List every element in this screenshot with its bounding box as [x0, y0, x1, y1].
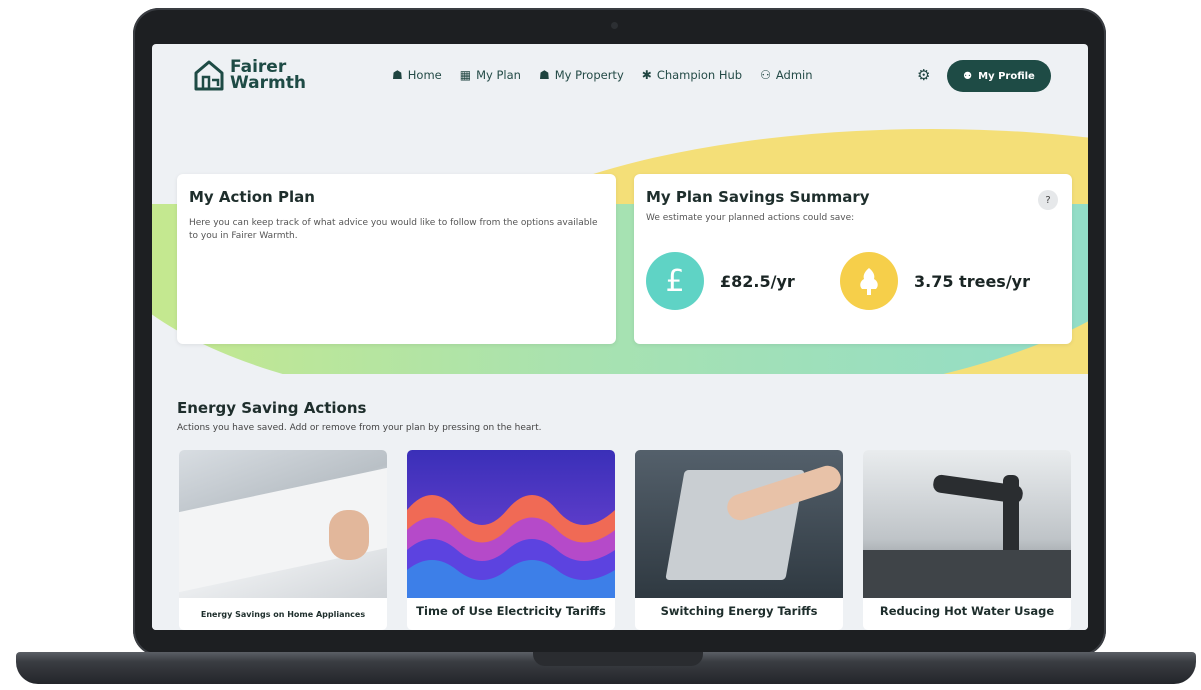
admin-icon: ⚇: [760, 68, 771, 82]
hand-shape: [329, 510, 369, 560]
my-profile-label: My Profile: [978, 70, 1035, 82]
home-icon: ☗: [392, 68, 403, 82]
logo-line2: Warmth: [230, 73, 306, 93]
sink-shape: [863, 550, 1071, 598]
app-screen: Fairer Warmth ☗ Home ▦ My Plan ☗ My Prop…: [152, 44, 1088, 630]
appliances-image: [179, 450, 387, 598]
action-tile-appliances[interactable]: Energy Savings on Home Appliances: [179, 450, 387, 630]
nav-home[interactable]: ☗ Home: [392, 68, 442, 82]
money-saving-value: £82.5/yr: [720, 271, 795, 291]
savings-subtitle: We estimate your planned actions could s…: [646, 213, 855, 223]
tree-shape: [860, 268, 878, 295]
settings-gear-icon[interactable]: ⚙: [917, 66, 930, 84]
money-saving-stat: £ £82.5/yr: [646, 252, 795, 310]
savings-title: My Plan Savings Summary: [646, 188, 870, 206]
nav-my-plan[interactable]: ▦ My Plan: [460, 68, 521, 82]
action-tile-hot-water[interactable]: Reducing Hot Water Usage: [863, 450, 1071, 630]
help-icon[interactable]: ?: [1038, 190, 1058, 210]
people-icon: ✱: [641, 68, 652, 82]
waves-image: [407, 450, 615, 598]
house-icon: ☗: [538, 68, 550, 82]
action-tile-tariffs[interactable]: Time of Use Electricity Tariffs: [407, 450, 615, 630]
nav-admin-label: Admin: [775, 68, 813, 82]
logo[interactable]: Fairer Warmth: [192, 58, 306, 92]
nav-admin[interactable]: ⚇ Admin: [760, 68, 812, 82]
laptop-notch: [533, 652, 703, 666]
main-nav: ☗ Home ▦ My Plan ☗ My Property ✱ Champio…: [392, 68, 813, 82]
tree-icon: [840, 252, 898, 310]
tile-label: Switching Energy Tariffs: [660, 604, 818, 618]
nav-my-property-label: My Property: [554, 68, 624, 82]
energy-actions-title: Energy Saving Actions: [177, 399, 367, 417]
camera-dot: [611, 22, 618, 29]
pound-icon: £: [646, 252, 704, 310]
tap-image: [863, 450, 1071, 598]
waves-graphic: [407, 495, 615, 598]
nav-champion-hub-label: Champion Hub: [656, 68, 743, 82]
nav-home-label: Home: [407, 68, 442, 82]
energy-actions-description: Actions you have saved. Add or remove fr…: [177, 423, 542, 433]
pound-symbol: £: [665, 263, 685, 299]
tile-label: Time of Use Electricity Tariffs: [416, 604, 606, 618]
nav-champion-hub[interactable]: ✱ Champion Hub: [642, 68, 742, 82]
nav-my-plan-label: My Plan: [476, 68, 521, 82]
my-profile-button[interactable]: ⚉ My Profile: [947, 60, 1051, 92]
action-tile-switching[interactable]: Switching Energy Tariffs: [635, 450, 843, 630]
calendar-icon: ▦: [459, 68, 472, 82]
nav-my-property[interactable]: ☗ My Property: [539, 68, 624, 82]
user-icon: ⚉: [963, 70, 973, 82]
action-plan-title: My Action Plan: [189, 188, 315, 206]
action-plan-card: My Action Plan Here you can keep track o…: [177, 174, 616, 344]
trees-saving-value: 3.75 trees/yr: [914, 271, 1030, 291]
savings-summary-card: My Plan Savings Summary We estimate your…: [634, 174, 1072, 344]
tile-label: Energy Savings on Home Appliances: [200, 610, 366, 619]
trees-saving-stat: 3.75 trees/yr: [840, 252, 1030, 310]
action-plan-description: Here you can keep track of what advice y…: [189, 218, 598, 241]
house-logo-icon: [194, 60, 224, 91]
tile-label: Reducing Hot Water Usage: [879, 604, 1055, 618]
laptop-image: [635, 450, 843, 598]
